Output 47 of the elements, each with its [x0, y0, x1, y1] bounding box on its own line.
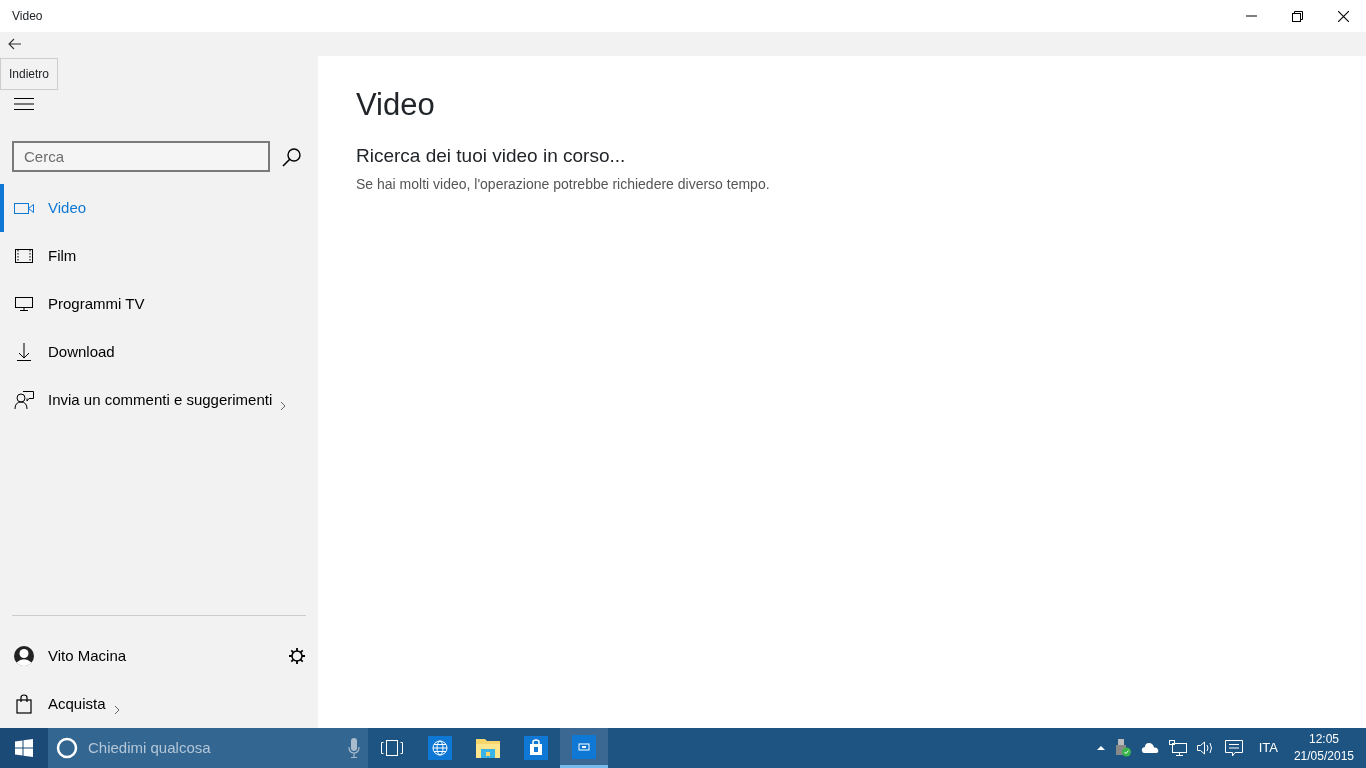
- store-bag-icon: [524, 736, 548, 760]
- network-icon: [1168, 740, 1187, 756]
- restore-icon: [1291, 10, 1303, 22]
- download-icon: [17, 343, 31, 361]
- microphone-icon: [348, 738, 360, 758]
- language-indicator[interactable]: ITA: [1252, 738, 1284, 758]
- monitor-icon: [15, 297, 33, 311]
- video-camera-icon: [14, 202, 34, 214]
- taskbar-search-box[interactable]: Chiedimi qualcosa: [48, 728, 368, 768]
- caret-up-icon: [1096, 745, 1105, 751]
- globe-icon: [428, 736, 452, 760]
- feedback-icon: [14, 390, 34, 410]
- page-heading: Video: [356, 86, 436, 124]
- minimize-icon: [1245, 15, 1257, 17]
- speaker-icon: [1196, 741, 1215, 755]
- back-arrow-icon: [8, 38, 22, 50]
- windows-icon: [15, 739, 33, 757]
- nav-item[interactable]: Programmi TV: [0, 280, 318, 328]
- search-icon: [282, 146, 302, 167]
- notification-icon: [1224, 739, 1243, 757]
- task-view-icon: [381, 740, 403, 756]
- nav-item[interactable]: Download: [0, 328, 318, 376]
- film-icon: [15, 249, 33, 263]
- clock[interactable]: 12:05 21/05/2015: [1293, 731, 1354, 765]
- store-button[interactable]: Acquista: [0, 680, 318, 728]
- start-button[interactable]: [0, 728, 48, 768]
- window-title: Video: [11, 8, 44, 25]
- settings-icon: [288, 647, 306, 665]
- close-icon: [1337, 10, 1349, 22]
- folder-icon: [476, 737, 500, 759]
- cloud-icon: [1140, 742, 1159, 754]
- status-text: Se hai molti video, l'operazione potrebbe richiedere diverso tempo.: [356, 175, 771, 194]
- status-title: Ricerca dei tuoi video in corso...: [356, 145, 627, 168]
- nav-item[interactable]: Film: [0, 232, 318, 280]
- account-button[interactable]: Vito Macina: [0, 632, 288, 680]
- usb-shield-icon: [1114, 739, 1131, 757]
- shopping-bag-icon: [16, 694, 32, 714]
- nav-item[interactable]: Invia un commenti e suggerimenti: [0, 376, 318, 424]
- circle-icon: [56, 737, 78, 759]
- taskbar-search-field[interactable]: Chiedimi qualcosa: [86, 735, 340, 761]
- nav-item[interactable]: Video: [0, 184, 318, 232]
- search-field[interactable]: Cerca: [12, 141, 270, 172]
- video-app-icon: [572, 734, 596, 759]
- settings-button[interactable]: [288, 647, 306, 665]
- tooltip: Indietro: [0, 58, 59, 90]
- search-button[interactable]: [282, 146, 302, 167]
- avatar-icon: [13, 645, 35, 667]
